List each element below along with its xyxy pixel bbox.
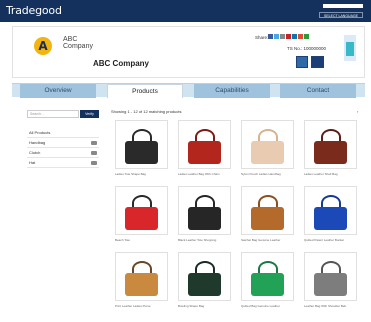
share-icons — [268, 34, 309, 39]
product-caption[interactable]: Bowling Shape Bag — [178, 304, 233, 308]
product-caption[interactable]: Ladies Leather Shell Bag — [304, 172, 359, 176]
bag-body — [251, 273, 284, 296]
category-list: All Products Handbag Clutch Hat — [27, 128, 99, 168]
product-card[interactable]: Beach Tote — [115, 186, 170, 246]
top-bar: Tradegood SELECT LANGUAGE — [0, 0, 371, 22]
product-card[interactable]: Quilted Patent Leather Bucket — [304, 186, 359, 246]
next-page-arrow[interactable]: › — [357, 109, 358, 114]
product-card[interactable]: Bowling Shape Bag — [178, 252, 233, 312]
product-card[interactable]: Ladies Leather Shell Bag — [304, 120, 359, 180]
product-card[interactable]: Ladies Leather Bag With Chain — [178, 120, 233, 180]
product-card[interactable]: Quilted Bag Genuine Leather — [241, 252, 296, 312]
pinterest-icon[interactable] — [286, 34, 291, 39]
product-image[interactable] — [241, 120, 294, 169]
tab-capabilities[interactable]: Capabilities — [194, 84, 270, 98]
facebook-icon[interactable] — [268, 34, 273, 39]
product-image[interactable] — [115, 120, 168, 169]
product-card[interactable]: Nylon Pouch Ladies Handbag — [241, 120, 296, 180]
bag-body — [188, 207, 221, 230]
product-caption[interactable]: Satchel Bag Genuine Leather — [241, 238, 296, 242]
product-caption[interactable]: Quilted Patent Leather Bucket — [304, 238, 359, 242]
product-caption[interactable]: Black Leather Tote Shopping — [178, 238, 233, 242]
product-image[interactable] — [178, 186, 231, 235]
bag-body — [251, 207, 284, 230]
bag-body — [314, 273, 347, 296]
bag-body — [125, 207, 158, 230]
product-caption[interactable]: Leather Bag With Shoulder Belt — [304, 304, 359, 308]
count-badge — [91, 151, 97, 155]
product-search-input[interactable]: Search... — [27, 110, 79, 118]
twitter-icon[interactable] — [274, 34, 279, 39]
results-count: Showing 1 - 12 of 12 matching products — [111, 109, 182, 114]
product-caption[interactable]: Ladies Leather Bag With Chain — [178, 172, 233, 176]
bag-body — [314, 207, 347, 230]
bag-body — [125, 273, 158, 296]
category-clutch[interactable]: Clutch — [27, 148, 99, 158]
category-handbag[interactable]: Handbag — [27, 138, 99, 148]
bag-body — [125, 141, 158, 164]
product-image[interactable] — [178, 252, 231, 301]
product-caption[interactable]: Ladies Tote Shape Bag — [115, 172, 170, 176]
site-logo[interactable]: Tradegood — [6, 4, 62, 17]
email-icon[interactable] — [280, 34, 285, 39]
product-caption[interactable]: Beach Tote — [115, 238, 170, 242]
top-search-input[interactable] — [323, 4, 363, 8]
product-image[interactable] — [115, 252, 168, 301]
bag-body — [251, 141, 284, 164]
product-image[interactable] — [241, 252, 294, 301]
tab-contact[interactable]: Contact — [280, 84, 356, 98]
product-image[interactable] — [304, 186, 357, 235]
google-icon[interactable] — [298, 34, 303, 39]
tab-bar: Overview Products Capabilities Contact — [12, 83, 365, 98]
product-search-button[interactable]: Verify — [80, 110, 99, 118]
tab-overview[interactable]: Overview — [20, 84, 96, 98]
quality-badge-icon — [311, 56, 324, 68]
company-header: A ABC Company ABC Company Share: TS No.:… — [12, 26, 365, 78]
count-badge — [91, 141, 97, 145]
tel-number: TS No.: 100000000 — [287, 46, 327, 51]
tab-products[interactable]: Products — [107, 84, 183, 98]
bag-body — [314, 141, 347, 164]
category-hat[interactable]: Hat — [27, 158, 99, 168]
company-name: ABC Company — [93, 59, 150, 68]
verified-badge-icon — [296, 56, 308, 68]
language-select[interactable]: SELECT LANGUAGE — [319, 12, 363, 18]
product-image[interactable] — [178, 120, 231, 169]
share-label: Share: — [255, 35, 269, 40]
product-caption[interactable]: Print Leather Ladies Purse — [115, 304, 170, 308]
company-logo-icon: A — [34, 37, 52, 55]
product-card[interactable]: Print Leather Ladies Purse — [115, 252, 170, 312]
linkedin-icon[interactable] — [292, 34, 297, 39]
product-image[interactable] — [304, 252, 357, 301]
product-caption[interactable]: Quilted Bag Genuine Leather — [241, 304, 296, 308]
product-image[interactable] — [241, 186, 294, 235]
company-logo-text: ABC Company — [63, 36, 93, 50]
product-card[interactable]: Ladies Tote Shape Bag — [115, 120, 170, 180]
product-card[interactable]: Leather Bag With Shoulder Belt — [304, 252, 359, 312]
product-card[interactable]: Satchel Bag Genuine Leather — [241, 186, 296, 246]
product-caption[interactable]: Nylon Pouch Ladies Handbag — [241, 172, 296, 176]
category-all-products[interactable]: All Products — [27, 128, 99, 138]
bag-body — [188, 273, 221, 296]
contact-icon[interactable] — [344, 35, 356, 61]
product-image[interactable] — [304, 120, 357, 169]
plus-icon[interactable] — [304, 34, 309, 39]
count-badge — [91, 161, 97, 165]
bag-body — [188, 141, 221, 164]
product-image[interactable] — [115, 186, 168, 235]
product-card[interactable]: Black Leather Tote Shopping — [178, 186, 233, 246]
